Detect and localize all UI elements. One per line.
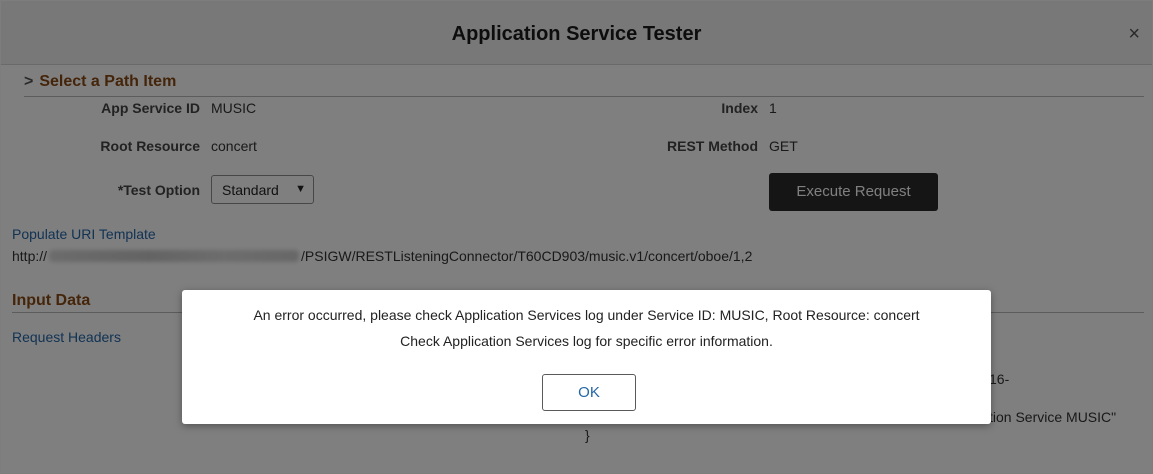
application-service-tester-window: Application Service Tester × >Select a P… [0,0,1153,474]
error-message-line-2: Check Application Services log for speci… [400,333,773,349]
error-dialog: An error occurred, please check Applicat… [182,290,991,424]
error-message-line-1: An error occurred, please check Applicat… [253,307,920,323]
ok-button[interactable]: OK [542,374,636,411]
